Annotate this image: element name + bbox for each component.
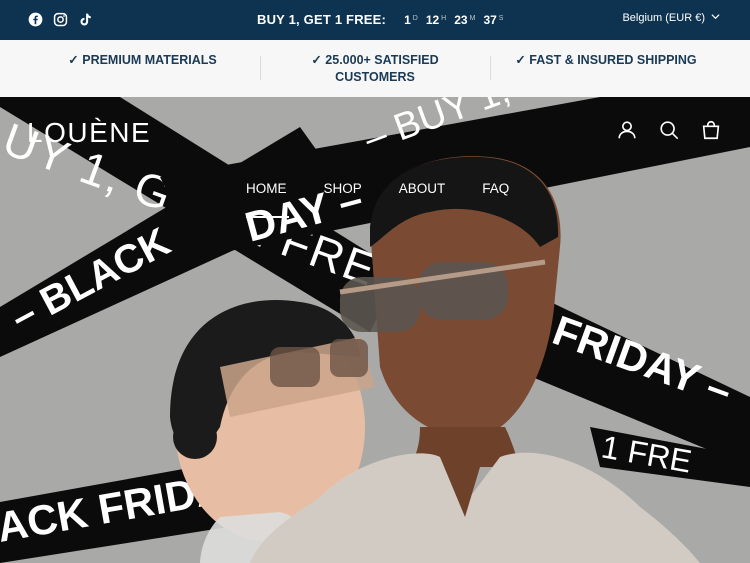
usp-divider	[490, 56, 491, 80]
header-actions	[616, 119, 722, 141]
countdown-days: 1 D	[404, 13, 418, 27]
tiktok-icon[interactable]	[78, 12, 93, 27]
cart-icon[interactable]	[700, 119, 722, 141]
instagram-icon[interactable]	[53, 12, 68, 27]
countdown-hours: 12 H	[425, 13, 447, 27]
usp-divider	[260, 56, 261, 80]
nav-about[interactable]: ABOUT	[399, 181, 446, 204]
nav-shop[interactable]: SHOP	[324, 181, 362, 204]
locale-selector[interactable]: Belgium (EUR €)	[622, 12, 720, 24]
countdown-seconds: 37 S	[483, 13, 504, 27]
search-icon[interactable]	[658, 119, 680, 141]
usp-bar: ✓ PREMIUM MATERIALS ✓ 25.000+ SATISFIED …	[0, 40, 750, 97]
locale-label: Belgium (EUR €)	[622, 12, 705, 24]
usp-shipping: ✓ FAST & INSURED SHIPPING	[515, 53, 697, 67]
promo-countdown: BUY 1, GET 1 FREE: 1 D 12 H 23 M 37 S	[257, 12, 503, 27]
chevron-down-icon	[711, 12, 720, 24]
promo-text: BUY 1, GET 1 FREE:	[257, 12, 387, 27]
countdown-minutes: 23 M	[454, 13, 476, 27]
main-nav: HOME SHOP ABOUT FAQ	[246, 181, 509, 218]
hero-image: UY 1, GET 1 FREE – BLACK DAY – – BUY 1, …	[0, 97, 750, 563]
announcement-bar: BUY 1, GET 1 FREE: 1 D 12 H 23 M 37 S Be…	[0, 0, 750, 40]
usp-satisfied-customers: ✓ 25.000+ SATISFIED CUSTOMERS	[311, 53, 439, 84]
brand-logo[interactable]: LOUÈNE	[27, 117, 151, 149]
hero-banner[interactable]: UY 1, GET 1 FREE – BLACK DAY – – BUY 1, …	[0, 97, 750, 563]
account-icon[interactable]	[616, 119, 638, 141]
facebook-icon[interactable]	[28, 12, 43, 27]
social-links	[28, 12, 93, 27]
nav-home[interactable]: HOME	[246, 181, 288, 218]
nav-faq[interactable]: FAQ	[482, 181, 509, 204]
usp-premium-materials: ✓ PREMIUM MATERIALS	[68, 53, 217, 67]
